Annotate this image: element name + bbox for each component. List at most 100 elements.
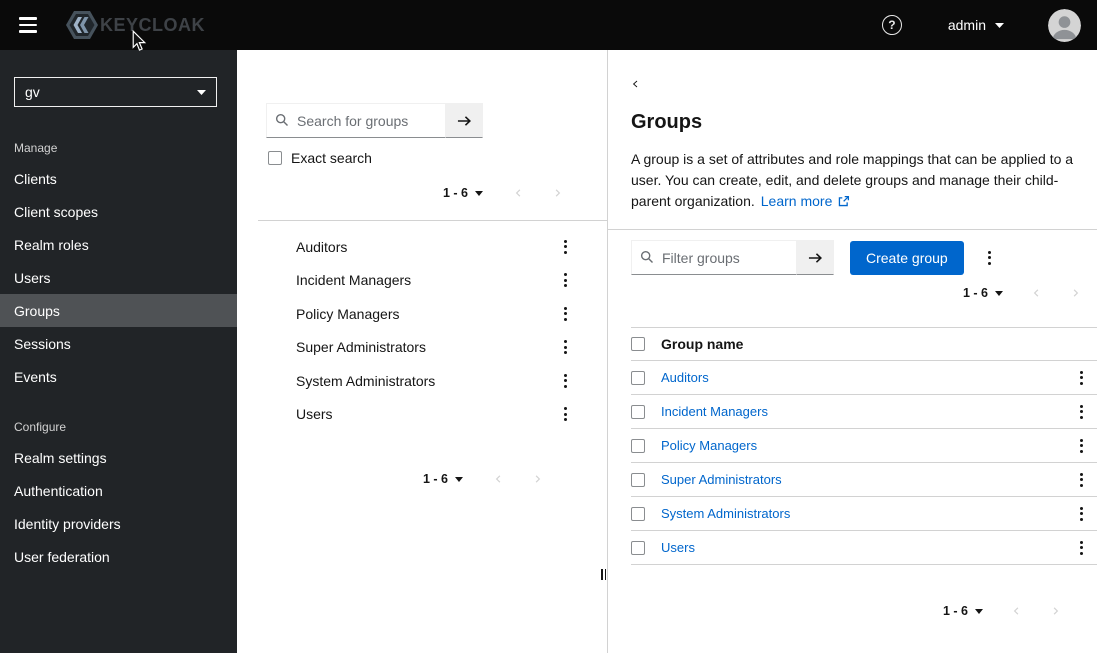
kebab-menu-icon[interactable] <box>559 269 572 291</box>
pagination-next-button[interactable] <box>552 187 563 199</box>
help-icon[interactable]: ? <box>881 15 902 35</box>
sidebar-item-authentication[interactable]: Authentication <box>0 474 237 507</box>
kebab-menu-icon[interactable] <box>559 236 572 258</box>
tree-group-item[interactable]: Policy Managers <box>237 297 607 331</box>
row-checkbox[interactable] <box>631 540 645 555</box>
tree-group-item[interactable]: Auditors <box>237 230 607 264</box>
keycloak-logo[interactable]: KEYCLOAK <box>65 8 205 42</box>
table-pagination-top: 1 - 6 <box>631 283 1097 303</box>
chevron-right-icon <box>1070 287 1081 299</box>
row-checkbox[interactable] <box>631 506 645 521</box>
pagination-prev-button[interactable] <box>1031 287 1042 299</box>
kebab-menu-icon[interactable] <box>559 403 572 425</box>
kebab-menu-icon[interactable] <box>1075 401 1088 423</box>
tree-group-label[interactable]: Users <box>296 406 333 422</box>
tree-group-item[interactable]: System Administrators <box>237 364 607 398</box>
table-row: Users <box>631 531 1097 566</box>
learn-more-link[interactable]: Learn more <box>761 191 851 212</box>
search-submit-button[interactable] <box>446 103 483 138</box>
pagination-range: 1 - 6 <box>442 186 468 200</box>
sidebar-item-identity-providers[interactable]: Identity providers <box>0 507 237 540</box>
pagination-menu-toggle[interactable]: 1 - 6 <box>443 186 483 200</box>
tree-group-label[interactable]: Auditors <box>296 239 347 255</box>
pagination-menu-toggle[interactable]: 1 - 6 <box>963 286 1003 300</box>
page-description: A group is a set of attributes and role … <box>631 149 1093 212</box>
user-menu[interactable]: admin <box>948 17 1004 33</box>
kebab-menu-icon[interactable] <box>1075 503 1088 525</box>
group-search-input[interactable] <box>266 103 446 138</box>
sidebar-item-events[interactable]: Events <box>0 360 237 393</box>
pagination-prev-button[interactable] <box>493 473 504 485</box>
row-checkbox[interactable] <box>631 370 645 385</box>
pagination-menu-toggle[interactable]: 1 - 6 <box>423 472 463 486</box>
row-checkbox[interactable] <box>631 472 645 487</box>
exact-search-checkbox[interactable] <box>268 151 282 165</box>
toolbar-kebab-menu-icon[interactable] <box>983 247 996 269</box>
kebab-menu-icon[interactable] <box>1075 435 1088 457</box>
table-row: Incident Managers <box>631 395 1097 430</box>
pagination-prev-button[interactable] <box>513 187 524 199</box>
table-pagination-bottom: 1 - 6 <box>631 601 1097 621</box>
group-tree-list: Auditors Incident Managers Policy Manage… <box>237 230 607 431</box>
select-all-checkbox[interactable] <box>631 337 645 352</box>
filter-groups-input[interactable] <box>631 240 797 276</box>
pagination-next-button[interactable] <box>532 473 543 485</box>
tree-group-label[interactable]: Super Administrators <box>296 339 426 355</box>
collapse-panel-button[interactable] <box>631 78 640 90</box>
kebab-menu-icon[interactable] <box>1075 537 1088 559</box>
pagination-prev-button[interactable] <box>1011 605 1022 617</box>
kebab-menu-icon[interactable] <box>1075 469 1088 491</box>
group-link[interactable]: Policy Managers <box>661 438 757 453</box>
pagination-menu-toggle[interactable]: 1 - 6 <box>943 604 983 618</box>
tree-group-label[interactable]: Policy Managers <box>296 306 400 322</box>
pagination-next-button[interactable] <box>1070 287 1081 299</box>
page-title: Groups <box>631 111 703 133</box>
chevron-left-icon <box>1011 605 1022 617</box>
tree-group-item[interactable]: Super Administrators <box>237 331 607 365</box>
arrow-right-icon <box>457 115 472 127</box>
sidebar-item-realm-settings[interactable]: Realm settings <box>0 441 237 474</box>
filter-submit-button[interactable] <box>797 240 834 276</box>
sidebar-item-user-federation[interactable]: User federation <box>0 540 237 573</box>
realm-selector[interactable]: gv <box>14 77 217 107</box>
topbar: KEYCLOAK ? admin <box>0 0 1097 51</box>
sidebar-item-sessions[interactable]: Sessions <box>0 327 237 360</box>
kebab-menu-icon[interactable] <box>559 370 572 392</box>
group-link[interactable]: Super Administrators <box>661 472 782 487</box>
user-avatar-icon <box>1048 8 1081 42</box>
chevron-down-icon <box>197 89 206 95</box>
avatar[interactable] <box>1048 8 1081 42</box>
pagination-next-button[interactable] <box>1050 605 1061 617</box>
row-checkbox[interactable] <box>631 404 645 419</box>
row-checkbox[interactable] <box>631 438 645 453</box>
tree-group-item[interactable]: Users <box>237 398 607 432</box>
kebab-menu-icon[interactable] <box>1075 367 1088 389</box>
kebab-menu-icon[interactable] <box>559 303 572 325</box>
group-link[interactable]: Incident Managers <box>661 404 768 419</box>
create-group-button[interactable]: Create group <box>850 240 964 275</box>
panel-resize-handle[interactable] <box>601 569 606 580</box>
sidebar-item-clients[interactable]: Clients <box>0 162 237 195</box>
sidebar-item-users[interactable]: Users <box>0 261 237 294</box>
search-icon <box>275 113 289 132</box>
description-text: A group is a set of attributes and role … <box>631 151 1074 210</box>
sidebar-item-client-scopes[interactable]: Client scopes <box>0 195 237 228</box>
sidebar-item-realm-roles[interactable]: Realm roles <box>0 228 237 261</box>
table-row: Auditors <box>631 361 1097 396</box>
column-header-group-name: Group name <box>661 336 744 353</box>
group-link[interactable]: System Administrators <box>661 506 790 521</box>
group-link[interactable]: Users <box>661 540 695 555</box>
groups-toolbar: Create group <box>631 240 1097 276</box>
kebab-menu-icon[interactable] <box>559 336 572 358</box>
groups-table: Group name Auditors Incident Managers Po… <box>631 327 1097 566</box>
table-row: Super Administrators <box>631 463 1097 498</box>
caret-down-icon <box>975 608 983 614</box>
tree-group-label[interactable]: System Administrators <box>296 373 435 389</box>
tree-group-label[interactable]: Incident Managers <box>296 272 411 288</box>
group-link[interactable]: Auditors <box>661 370 709 385</box>
brand-text: KEYCLOAK <box>100 14 206 35</box>
nav-toggle-button[interactable] <box>15 13 41 37</box>
caret-down-icon <box>995 290 1003 296</box>
sidebar-item-groups[interactable]: Groups <box>0 294 237 327</box>
tree-group-item[interactable]: Incident Managers <box>237 264 607 298</box>
